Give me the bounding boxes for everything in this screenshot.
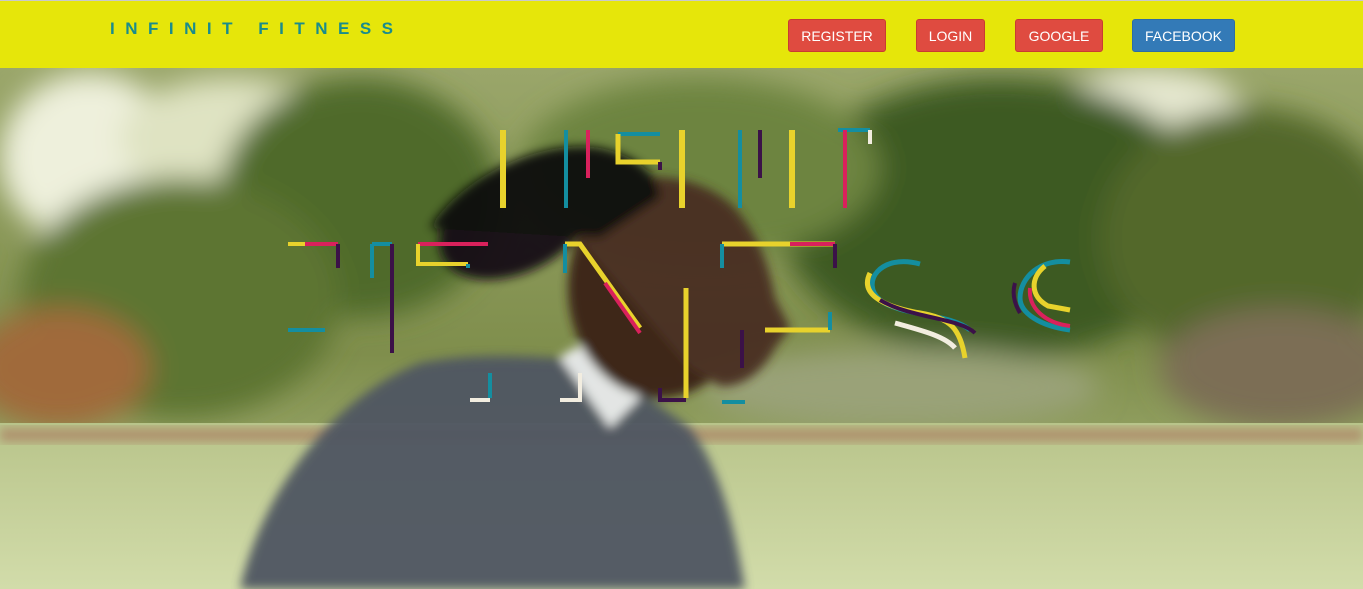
google-login-button[interactable]: GOOGLE	[1015, 19, 1103, 52]
register-button[interactable]: REGISTER	[788, 19, 886, 52]
hero-photo	[0, 68, 1363, 589]
facebook-login-button[interactable]: FACEBOOK	[1132, 19, 1235, 52]
brand-logo-text[interactable]: INFINIT FITNESS	[110, 19, 404, 39]
hero-background-image	[0, 68, 1363, 589]
top-navbar: INFINIT FITNESS REGISTER LOGIN GOOGLE FA…	[0, 0, 1363, 68]
login-button[interactable]: LOGIN	[916, 19, 985, 52]
